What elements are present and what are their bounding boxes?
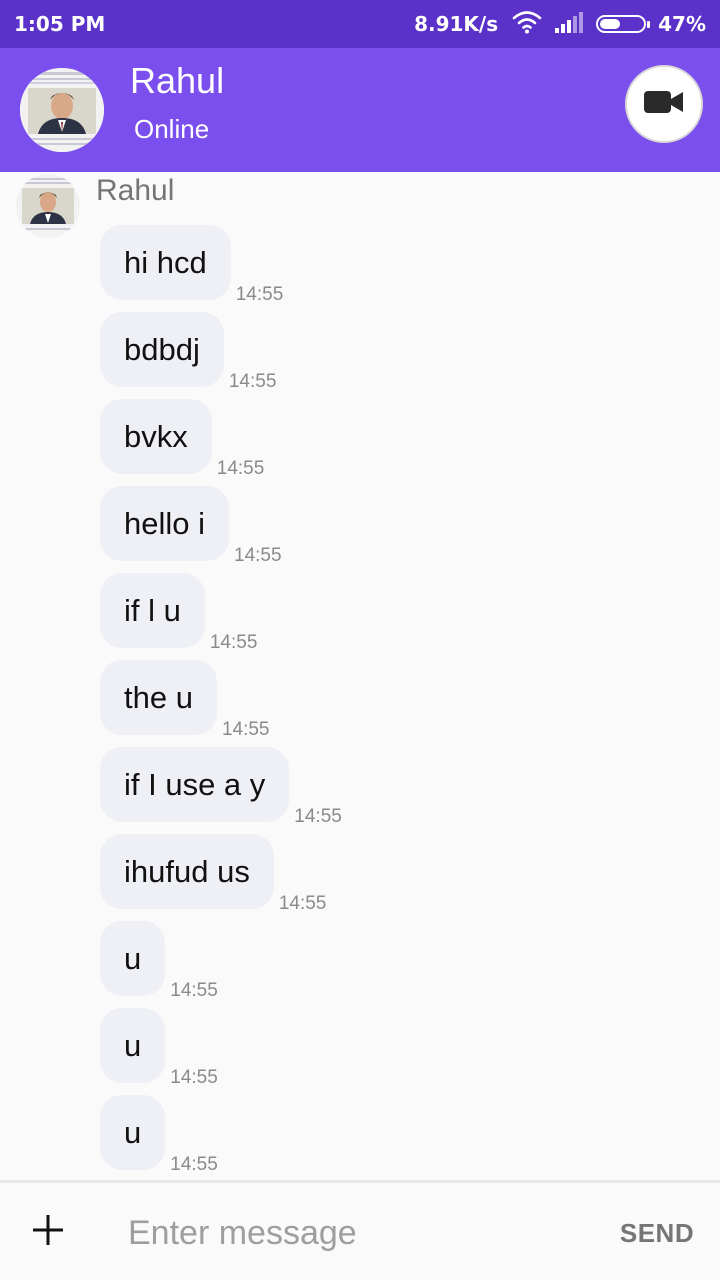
battery-icon: [596, 15, 651, 33]
plus-icon: [33, 1214, 63, 1250]
message-bubble[interactable]: ihufud us: [100, 834, 274, 909]
message-timestamp: 14:55: [170, 980, 218, 1001]
message-timestamp: 14:55: [170, 1154, 218, 1175]
message-timestamp: 14:55: [209, 632, 258, 653]
message-bubble[interactable]: bdbdj: [100, 312, 224, 387]
message-row: the u 14:55: [100, 660, 700, 740]
status-bar: 1:05 PM 8.91K/s 47%: [0, 0, 720, 48]
message-row: hi hcd 14:55: [100, 225, 700, 305]
message-row: u 14:55: [100, 921, 700, 1001]
chat-header: Rahul Online: [0, 48, 720, 172]
message-row: if I use a y 14:55: [100, 747, 700, 827]
battery-level-fill: [600, 19, 620, 29]
message-timestamp: 14:55: [235, 284, 284, 305]
message-row: bdbdj 14:55: [100, 312, 700, 392]
status-indicators: 8.91K/s 47%: [414, 10, 706, 39]
message-input[interactable]: [128, 1203, 588, 1263]
signal-icon: [554, 11, 584, 38]
message-list: hi hcd 14:55 bdbdj 14:55 bvkx 14:55 hello i 14:…: [100, 225, 700, 1180]
message-bubble[interactable]: if l u: [100, 573, 205, 648]
send-button[interactable]: SEND: [612, 1203, 702, 1263]
message-row: u 14:55: [100, 1008, 700, 1088]
contact-status: Online: [134, 114, 210, 144]
message-timestamp: 14:55: [278, 893, 327, 914]
message-bubble[interactable]: if I use a y: [100, 747, 290, 822]
contact-avatar[interactable]: [20, 68, 104, 152]
chat-screen: 1:05 PM 8.91K/s 47% Rahul Online Rahul h…: [0, 0, 720, 1280]
message-bubble[interactable]: u: [100, 1008, 166, 1083]
message-row: u 14:55: [100, 1095, 700, 1175]
network-speed: 8.91K/s: [414, 12, 499, 36]
message-thread[interactable]: Rahul hi hcd 14:55 bdbdj 14:55 bvkx 14:55 hell…: [0, 172, 720, 1180]
message-timestamp: 14:55: [170, 1067, 218, 1088]
message-bubble[interactable]: u: [100, 921, 166, 996]
add-attachment-button[interactable]: [28, 1205, 68, 1259]
video-camera-icon: [644, 90, 684, 119]
message-bubble[interactable]: hi hcd: [100, 225, 231, 300]
message-row: ihufud us 14:55: [100, 834, 700, 914]
message-timestamp: 14:55: [234, 545, 282, 566]
message-row: bvkx 14:55: [100, 399, 700, 479]
status-time: 1:05 PM: [14, 12, 106, 36]
video-call-button[interactable]: [625, 65, 703, 143]
message-row: hello i 14:55: [100, 486, 700, 566]
message-timestamp: 14:55: [228, 371, 277, 392]
message-row: if l u 14:55: [100, 573, 700, 653]
message-bubble[interactable]: hello i: [100, 486, 229, 561]
message-bubble[interactable]: u: [100, 1095, 166, 1170]
message-bubble[interactable]: the u: [100, 660, 217, 735]
message-timestamp: 14:55: [294, 806, 342, 827]
battery-percent: 47%: [658, 12, 706, 36]
contact-name: Rahul: [130, 60, 225, 101]
sender-avatar[interactable]: [16, 174, 80, 238]
message-bubble[interactable]: bvkx: [100, 399, 212, 474]
message-timestamp: 14:55: [216, 458, 265, 479]
message-composer: SEND: [0, 1180, 720, 1280]
message-timestamp: 14:55: [221, 719, 270, 740]
sender-name: Rahul: [96, 174, 175, 207]
wifi-icon: [512, 10, 542, 39]
